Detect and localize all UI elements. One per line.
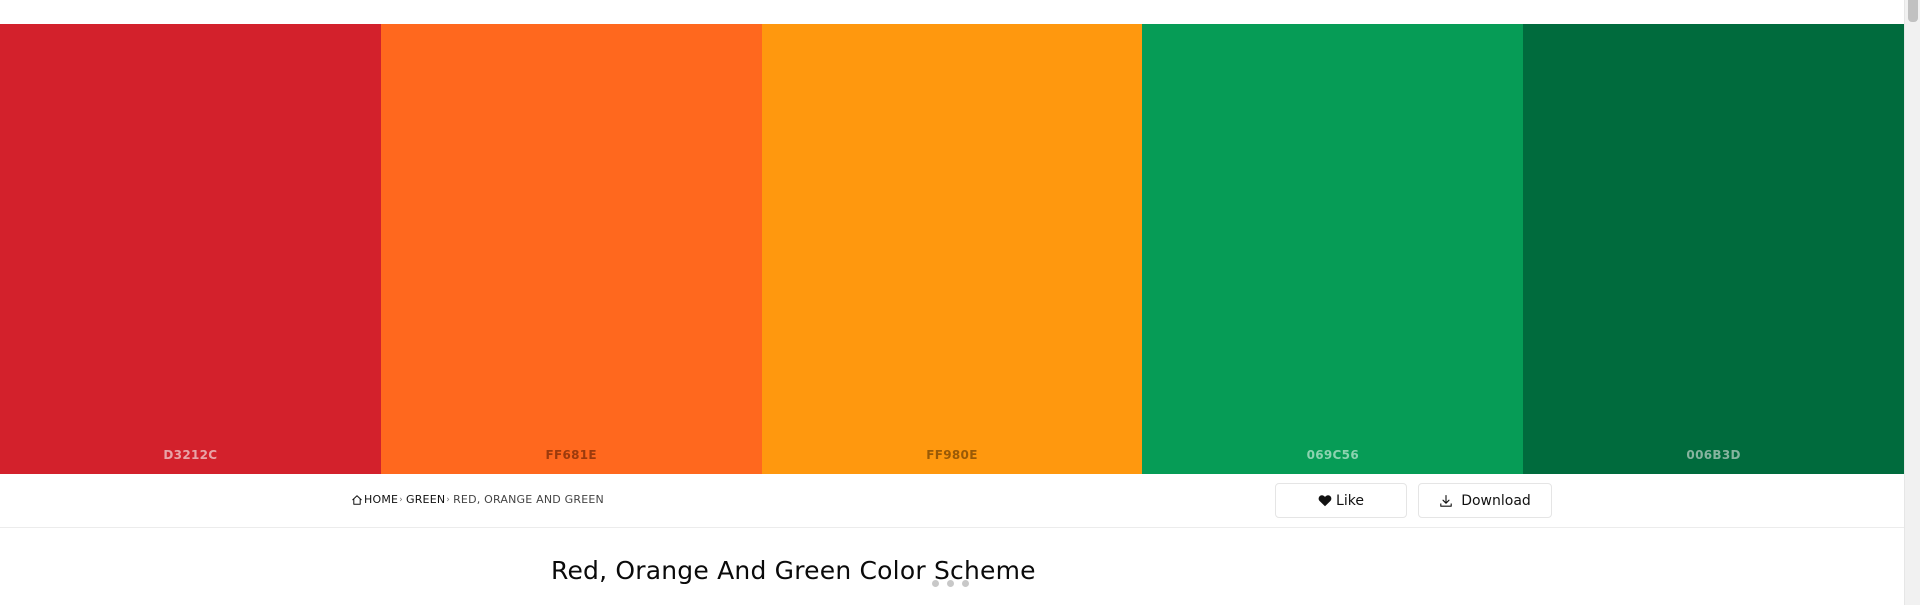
breadcrumb-separator: ›	[399, 494, 403, 505]
download-button[interactable]: Download	[1418, 483, 1552, 518]
action-bar: HOME › GREEN › RED, ORANGE AND GREEN Lik…	[0, 474, 1904, 528]
breadcrumb: HOME › GREEN › RED, ORANGE AND GREEN	[351, 493, 604, 506]
home-icon	[352, 494, 362, 505]
download-icon	[1440, 494, 1452, 507]
breadcrumb-green-link[interactable]: GREEN	[406, 493, 445, 506]
vertical-scrollbar[interactable]	[1904, 0, 1920, 605]
swatch-hex-code[interactable]: FF980E	[762, 448, 1143, 462]
like-label: Like	[1336, 492, 1364, 509]
scrollbar-thumb[interactable]	[1908, 0, 1918, 22]
breadcrumb-separator: ›	[446, 494, 451, 505]
breadcrumb-home-link[interactable]: HOME	[351, 493, 398, 506]
swatch-4[interactable]: 069C56	[1142, 24, 1524, 474]
page: D3212C FF681E FF980E 069C56 006B3D HOME …	[0, 0, 1904, 605]
swatch-5[interactable]: 006B3D	[1523, 24, 1904, 474]
heart-icon	[1318, 495, 1332, 507]
loading-dots	[932, 580, 969, 587]
breadcrumb-current: RED, ORANGE AND GREEN	[453, 493, 604, 506]
breadcrumb-home-label[interactable]: HOME	[364, 493, 398, 506]
loading-dot	[962, 580, 969, 587]
loading-dot	[932, 580, 939, 587]
loading-dot	[947, 580, 954, 587]
swatch-hex-code[interactable]: 069C56	[1142, 448, 1523, 462]
swatch-hex-code[interactable]: 006B3D	[1523, 448, 1904, 462]
swatch-3[interactable]: FF980E	[761, 24, 1143, 474]
swatch-1[interactable]: D3212C	[0, 24, 381, 474]
color-palette: D3212C FF681E FF980E 069C56 006B3D	[0, 24, 1904, 474]
swatch-hex-code[interactable]: FF681E	[381, 448, 762, 462]
like-button[interactable]: Like	[1275, 483, 1407, 518]
swatch-2[interactable]: FF681E	[380, 24, 762, 474]
swatch-hex-code[interactable]: D3212C	[0, 448, 381, 462]
download-label: Download	[1461, 492, 1531, 509]
